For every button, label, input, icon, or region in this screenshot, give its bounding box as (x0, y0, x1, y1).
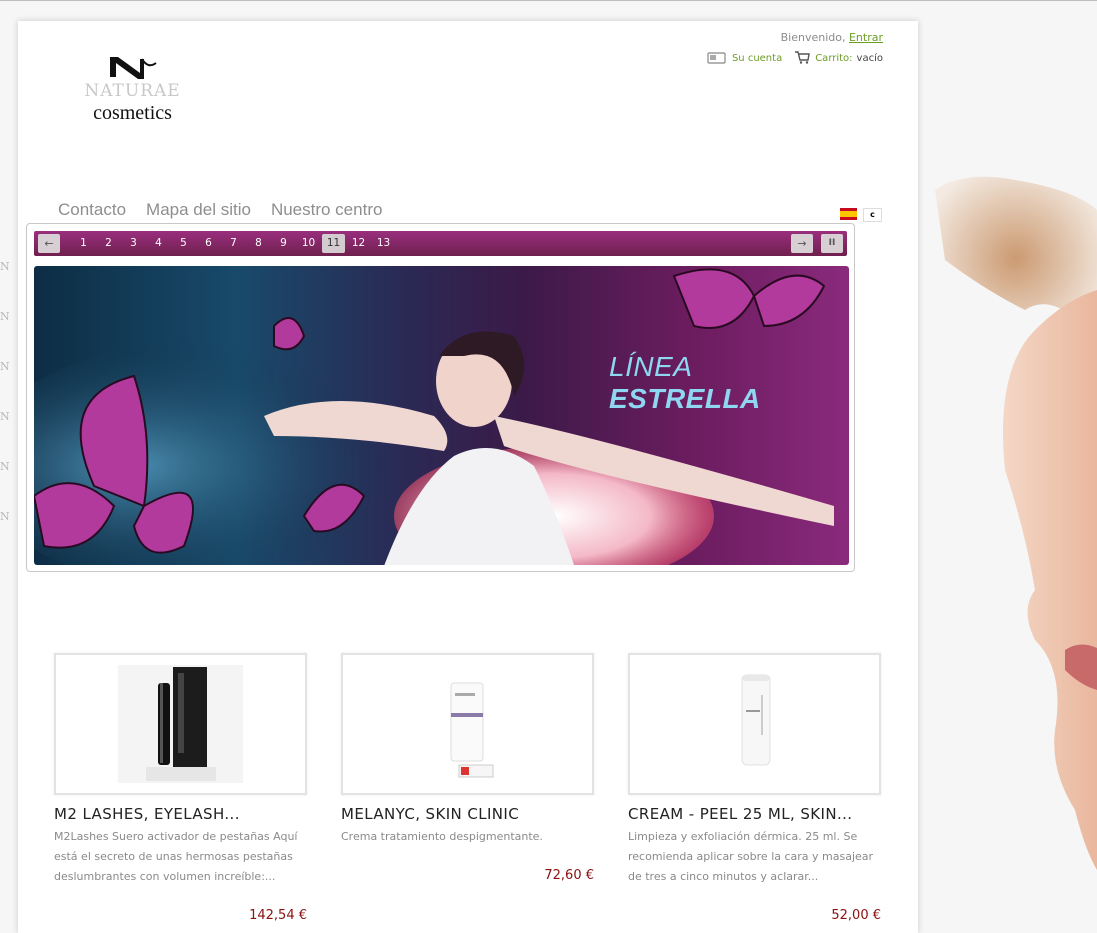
slider-page-12[interactable]: 12 (347, 234, 370, 253)
window-top-border (0, 0, 1097, 1)
product-description: M2Lashes Suero activador de pestañas Aqu… (54, 830, 298, 883)
nav-mapa-del-sitio[interactable]: Mapa del sitio (146, 200, 251, 220)
product-photo (450, 682, 494, 778)
product-description: Crema tratamiento despigmentante. (341, 830, 543, 843)
nav-nuestro-centro[interactable]: Nuestro centro (271, 200, 383, 220)
product-description: Limpieza y exfoliación dérmica. 25 ml. S… (628, 830, 874, 883)
spanish-flag-icon[interactable] (840, 208, 857, 220)
slider-page-10[interactable]: 10 (297, 234, 320, 253)
account-cart-row: Su cuenta Carrito: vacío (707, 50, 883, 67)
product-name[interactable]: M2 LASHES, EYELASH... (54, 805, 314, 823)
nav-contacto[interactable]: Contacto (58, 200, 126, 220)
slider-pause-button[interactable]: II (821, 234, 843, 253)
logo-word: NATURAE (84, 81, 181, 101)
slider-pagination: 1 2 3 4 5 6 7 8 9 10 11 12 13 (72, 231, 395, 256)
logo-n-icon (110, 57, 157, 79)
logo-subtitle: cosmetics (93, 102, 172, 124)
language-selector: c (840, 208, 882, 222)
banner-title-light: LÍNEA (609, 351, 692, 382)
cart-status: vacío (856, 53, 883, 64)
product-name[interactable]: MELANYC, SKIN CLINIC (341, 805, 601, 823)
banner-title-bold: ESTRELLA (609, 383, 761, 414)
product-price: 142,54 € (249, 908, 307, 923)
banner-title: LÍNEA ESTRELLA (609, 351, 849, 415)
slider-page-5[interactable]: 5 (172, 234, 195, 253)
product-name[interactable]: CREAM - PEEL 25 ML, SKIN... (628, 805, 888, 823)
slider-page-11-active[interactable]: 11 (322, 234, 345, 253)
naturae-logo[interactable]: NATURAE cosmetics (80, 51, 185, 126)
page-container: NATURAE cosmetics Bienvenido, Entrar Su … (18, 21, 918, 933)
account-link[interactable]: Su cuenta (732, 53, 782, 64)
login-link[interactable]: Entrar (849, 31, 883, 44)
account-icon (707, 51, 727, 67)
slider-page-4[interactable]: 4 (147, 234, 170, 253)
banner-slider: ← 1 2 3 4 5 6 7 8 9 10 11 12 13 → II LÍN… (26, 223, 855, 572)
slider-page-6[interactable]: 6 (197, 234, 220, 253)
welcome-line: Bienvenido, Entrar (781, 31, 883, 44)
product-image-melanyc[interactable] (341, 653, 594, 795)
slider-next-button[interactable]: → (791, 234, 813, 253)
banner-artwork (34, 268, 834, 565)
slider-control-bar: ← 1 2 3 4 5 6 7 8 9 10 11 12 13 → II (34, 231, 847, 256)
welcome-text: Bienvenido, (780, 31, 846, 44)
main-nav: Contacto Mapa del sitio Nuestro centro (58, 200, 382, 220)
slider-prev-button[interactable]: ← (38, 234, 60, 253)
product-image-cream-peel[interactable] (628, 653, 881, 795)
slider-page-1[interactable]: 1 (72, 234, 95, 253)
slider-page-2[interactable]: 2 (97, 234, 120, 253)
product-image-m2-lashes[interactable] (54, 653, 307, 795)
cart-link[interactable]: Carrito: (815, 53, 852, 64)
slider-page-9[interactable]: 9 (272, 234, 295, 253)
product-photo (741, 674, 771, 766)
product-price: 52,00 € (831, 908, 881, 923)
slider-page-8[interactable]: 8 (247, 234, 270, 253)
product-price: 72,60 € (544, 868, 594, 883)
product-photo (118, 665, 243, 783)
slider-page-3[interactable]: 3 (122, 234, 145, 253)
cart-icon (794, 50, 811, 67)
other-language-flag[interactable]: c (863, 208, 882, 222)
background-face-image (925, 170, 1097, 933)
slider-page-13[interactable]: 13 (372, 234, 395, 253)
background-ghost-logos: N N N N N N (0, 260, 10, 523)
banner-image-linea-estrella[interactable]: LÍNEA ESTRELLA (34, 266, 849, 565)
slider-page-7[interactable]: 7 (222, 234, 245, 253)
